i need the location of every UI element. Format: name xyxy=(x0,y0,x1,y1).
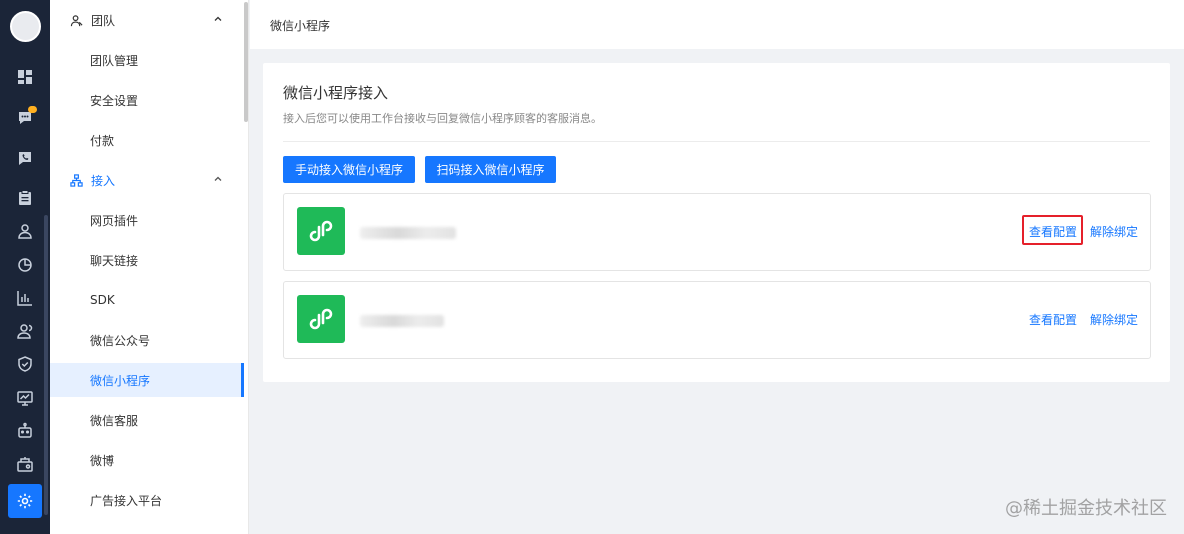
sidebar-group-team[interactable]: 团队 xyxy=(50,0,243,40)
shield-icon[interactable] xyxy=(13,352,37,376)
user-icon[interactable] xyxy=(13,219,37,243)
chat-icon[interactable] xyxy=(13,106,37,130)
scan-connect-button[interactable]: 扫码接入微信小程序 xyxy=(425,156,556,183)
mini-program-name-redacted xyxy=(360,315,444,327)
avatar[interactable] xyxy=(10,11,41,42)
card-subtitle: 接入后您可以使用工作台接收与回复微信小程序顾客的客服消息。 xyxy=(283,112,602,125)
sidebar-item-web-plugin[interactable]: 网页插件 xyxy=(50,203,243,237)
top-bar: 微信小程序 xyxy=(250,0,1184,49)
sidebar-item-wechat-official-account[interactable]: 微信公众号 xyxy=(50,323,243,357)
watermark: @稀土掘金技术社区 xyxy=(1005,498,1167,519)
sidebar-item-security-settings[interactable]: 安全设置 xyxy=(50,83,243,117)
sidebar-item-chat-link[interactable]: 聊天链接 xyxy=(50,243,243,277)
gear-icon[interactable] xyxy=(8,484,42,518)
rail-scrollbar[interactable] xyxy=(44,215,48,515)
divider xyxy=(283,141,1150,142)
sidebar-scrollbar[interactable] xyxy=(244,2,248,122)
phone-icon[interactable] xyxy=(13,146,37,170)
mini-program-logo-icon xyxy=(297,295,345,343)
mini-program-row: 查看配置 解除绑定 xyxy=(283,281,1151,359)
view-config-link[interactable]: 查看配置 xyxy=(1029,311,1077,328)
monitor-icon[interactable] xyxy=(13,386,37,410)
chevron-up-icon xyxy=(214,16,222,21)
mini-program-logo-icon xyxy=(297,207,345,255)
sidebar-item-payment[interactable]: 付款 xyxy=(50,123,243,157)
highlight-box xyxy=(1022,215,1083,245)
store-icon[interactable] xyxy=(13,452,37,476)
sidebar-group-label: 接入 xyxy=(91,173,116,188)
sidebar-item-wechat-customer-service[interactable]: 微信客服 xyxy=(50,403,243,437)
team-icon[interactable] xyxy=(13,319,37,343)
clipboard-icon[interactable] xyxy=(13,186,37,210)
pie-chart-icon[interactable] xyxy=(13,253,37,277)
page-title: 微信小程序 xyxy=(270,19,331,33)
sidebar-item-wechat-mini-program[interactable]: 微信小程序 xyxy=(50,363,244,397)
notification-badge xyxy=(28,106,37,113)
robot-icon[interactable] xyxy=(13,419,37,443)
mini-program-row: 查看配置 解除绑定 xyxy=(283,193,1151,271)
unbind-link[interactable]: 解除绑定 xyxy=(1090,311,1138,328)
mini-program-card: 微信小程序接入 接入后您可以使用工作台接收与回复微信小程序顾客的客服消息。 手动… xyxy=(263,63,1170,382)
card-title: 微信小程序接入 xyxy=(283,84,389,102)
sidebar-item-team-management[interactable]: 团队管理 xyxy=(50,43,243,77)
dashboard-icon[interactable] xyxy=(13,65,37,89)
manual-connect-button[interactable]: 手动接入微信小程序 xyxy=(283,156,415,183)
unbind-link[interactable]: 解除绑定 xyxy=(1090,223,1138,240)
mini-program-name-redacted xyxy=(360,227,456,239)
sidebar-item-ad-platform[interactable]: 广告接入平台 xyxy=(50,483,243,517)
chevron-up-icon xyxy=(214,176,222,181)
sidebar-item-weibo[interactable]: 微博 xyxy=(50,443,243,477)
sidebar-group-label: 团队 xyxy=(91,13,116,28)
bar-chart-icon[interactable] xyxy=(13,286,37,310)
sidebar-group-access[interactable]: 接入 xyxy=(50,160,243,200)
sidebar-item-sdk[interactable]: SDK xyxy=(50,283,243,317)
